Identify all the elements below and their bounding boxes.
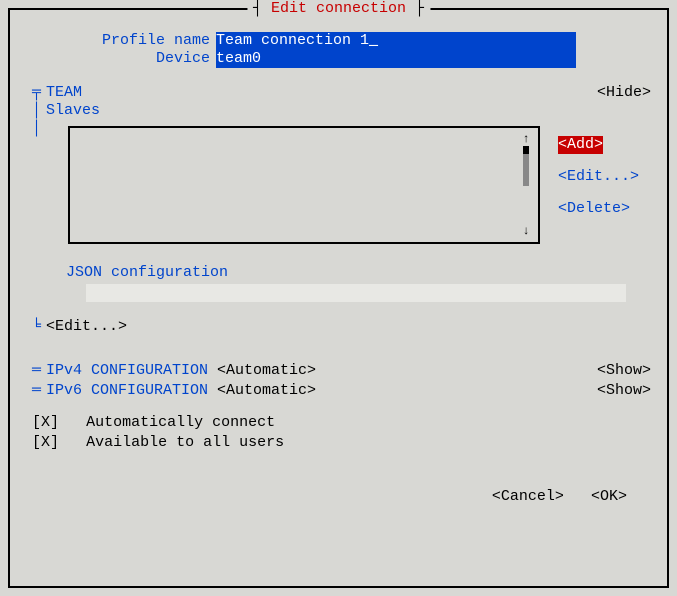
- auto-connect-row: [X] Automatically connect: [26, 414, 651, 432]
- auto-connect-checkbox[interactable]: [X]: [32, 414, 59, 431]
- profile-name-label: Profile name: [26, 32, 216, 50]
- ipv6-mode-select[interactable]: <Automatic>: [217, 382, 316, 400]
- delete-slave-button[interactable]: <Delete>: [558, 200, 639, 218]
- scroll-up-icon[interactable]: ↑: [522, 132, 529, 146]
- add-button[interactable]: <Add>: [558, 136, 603, 154]
- profile-name-input[interactable]: Team connection 1_: [216, 32, 576, 50]
- scroll-thumb-top: [523, 146, 529, 154]
- edit-slave-button[interactable]: <Edit...>: [558, 168, 639, 186]
- device-value: team0: [216, 50, 261, 67]
- slaves-listbox[interactable]: ↑ ↓: [68, 126, 540, 244]
- team-section-marker: ╤: [32, 84, 46, 102]
- team-label: TEAM: [46, 84, 82, 102]
- device-row: Device team0: [26, 50, 651, 68]
- ipv4-marker: ═: [32, 362, 46, 380]
- slave-buttons: <Add> <Edit...> <Delete>: [558, 126, 639, 218]
- edit-connection-window: ┤ Edit connection ├ Profile name Team co…: [8, 8, 669, 588]
- team-section-header: ╤ TEAM <Hide>: [26, 84, 651, 102]
- content-area: Profile name Team connection 1_ Device t…: [10, 10, 667, 514]
- scrollbar[interactable]: ↑ ↓: [520, 132, 532, 238]
- ipv6-marker: ═: [32, 382, 46, 400]
- bottom-buttons: <Cancel> <OK>: [26, 488, 651, 506]
- title-bracket-left: ┤: [253, 0, 271, 17]
- profile-name-row: Profile name Team connection 1_: [26, 32, 651, 50]
- json-config-label: JSON configuration: [46, 264, 651, 282]
- device-input[interactable]: team0: [216, 50, 576, 68]
- slaves-label-row: │ Slaves: [26, 102, 651, 120]
- window-title: ┤ Edit connection ├: [247, 0, 430, 18]
- all-users-checkbox[interactable]: [X]: [32, 434, 59, 451]
- title-text: Edit connection: [271, 0, 406, 17]
- slaves-body-row: │ ↑ ↓ <Add> <Edit...>: [26, 120, 651, 302]
- section-end-marker: ╘: [32, 318, 46, 336]
- slaves-area: ↑ ↓ <Add> <Edit...> <Delete>: [46, 126, 651, 244]
- ok-button[interactable]: <OK>: [591, 488, 627, 505]
- scroll-down-icon[interactable]: ↓: [522, 224, 529, 238]
- title-bracket-right: ├: [406, 0, 424, 17]
- slaves-label: Slaves: [46, 102, 100, 120]
- auto-connect-label: Automatically connect: [86, 414, 275, 431]
- json-config-input[interactable]: [86, 284, 626, 302]
- ipv4-mode-select[interactable]: <Automatic>: [217, 362, 316, 380]
- ipv6-row: ═ IPv6 CONFIGURATION <Automatic> <Show>: [26, 382, 651, 400]
- profile-name-value: Team connection 1: [216, 32, 369, 49]
- ipv4-label: IPv4 CONFIGURATION: [46, 362, 208, 380]
- all-users-label: Available to all users: [86, 434, 284, 451]
- all-users-row: [X] Available to all users: [26, 434, 651, 452]
- ipv6-show-button[interactable]: <Show>: [597, 382, 651, 400]
- cursor-underscore: _: [369, 32, 378, 49]
- cancel-button[interactable]: <Cancel>: [492, 488, 564, 505]
- ipv4-row: ═ IPv4 CONFIGURATION <Automatic> <Show>: [26, 362, 651, 380]
- ipv6-label: IPv6 CONFIGURATION: [46, 382, 208, 400]
- json-edit-row: ╘ <Edit...>: [26, 318, 651, 336]
- scroll-thumb[interactable]: [523, 154, 529, 186]
- json-edit-button[interactable]: <Edit...>: [46, 318, 127, 336]
- ipv4-show-button[interactable]: <Show>: [597, 362, 651, 380]
- section-pipe-2: │: [32, 120, 46, 302]
- hide-button[interactable]: <Hide>: [597, 84, 651, 102]
- device-label: Device: [26, 50, 216, 68]
- section-pipe: │: [32, 102, 46, 120]
